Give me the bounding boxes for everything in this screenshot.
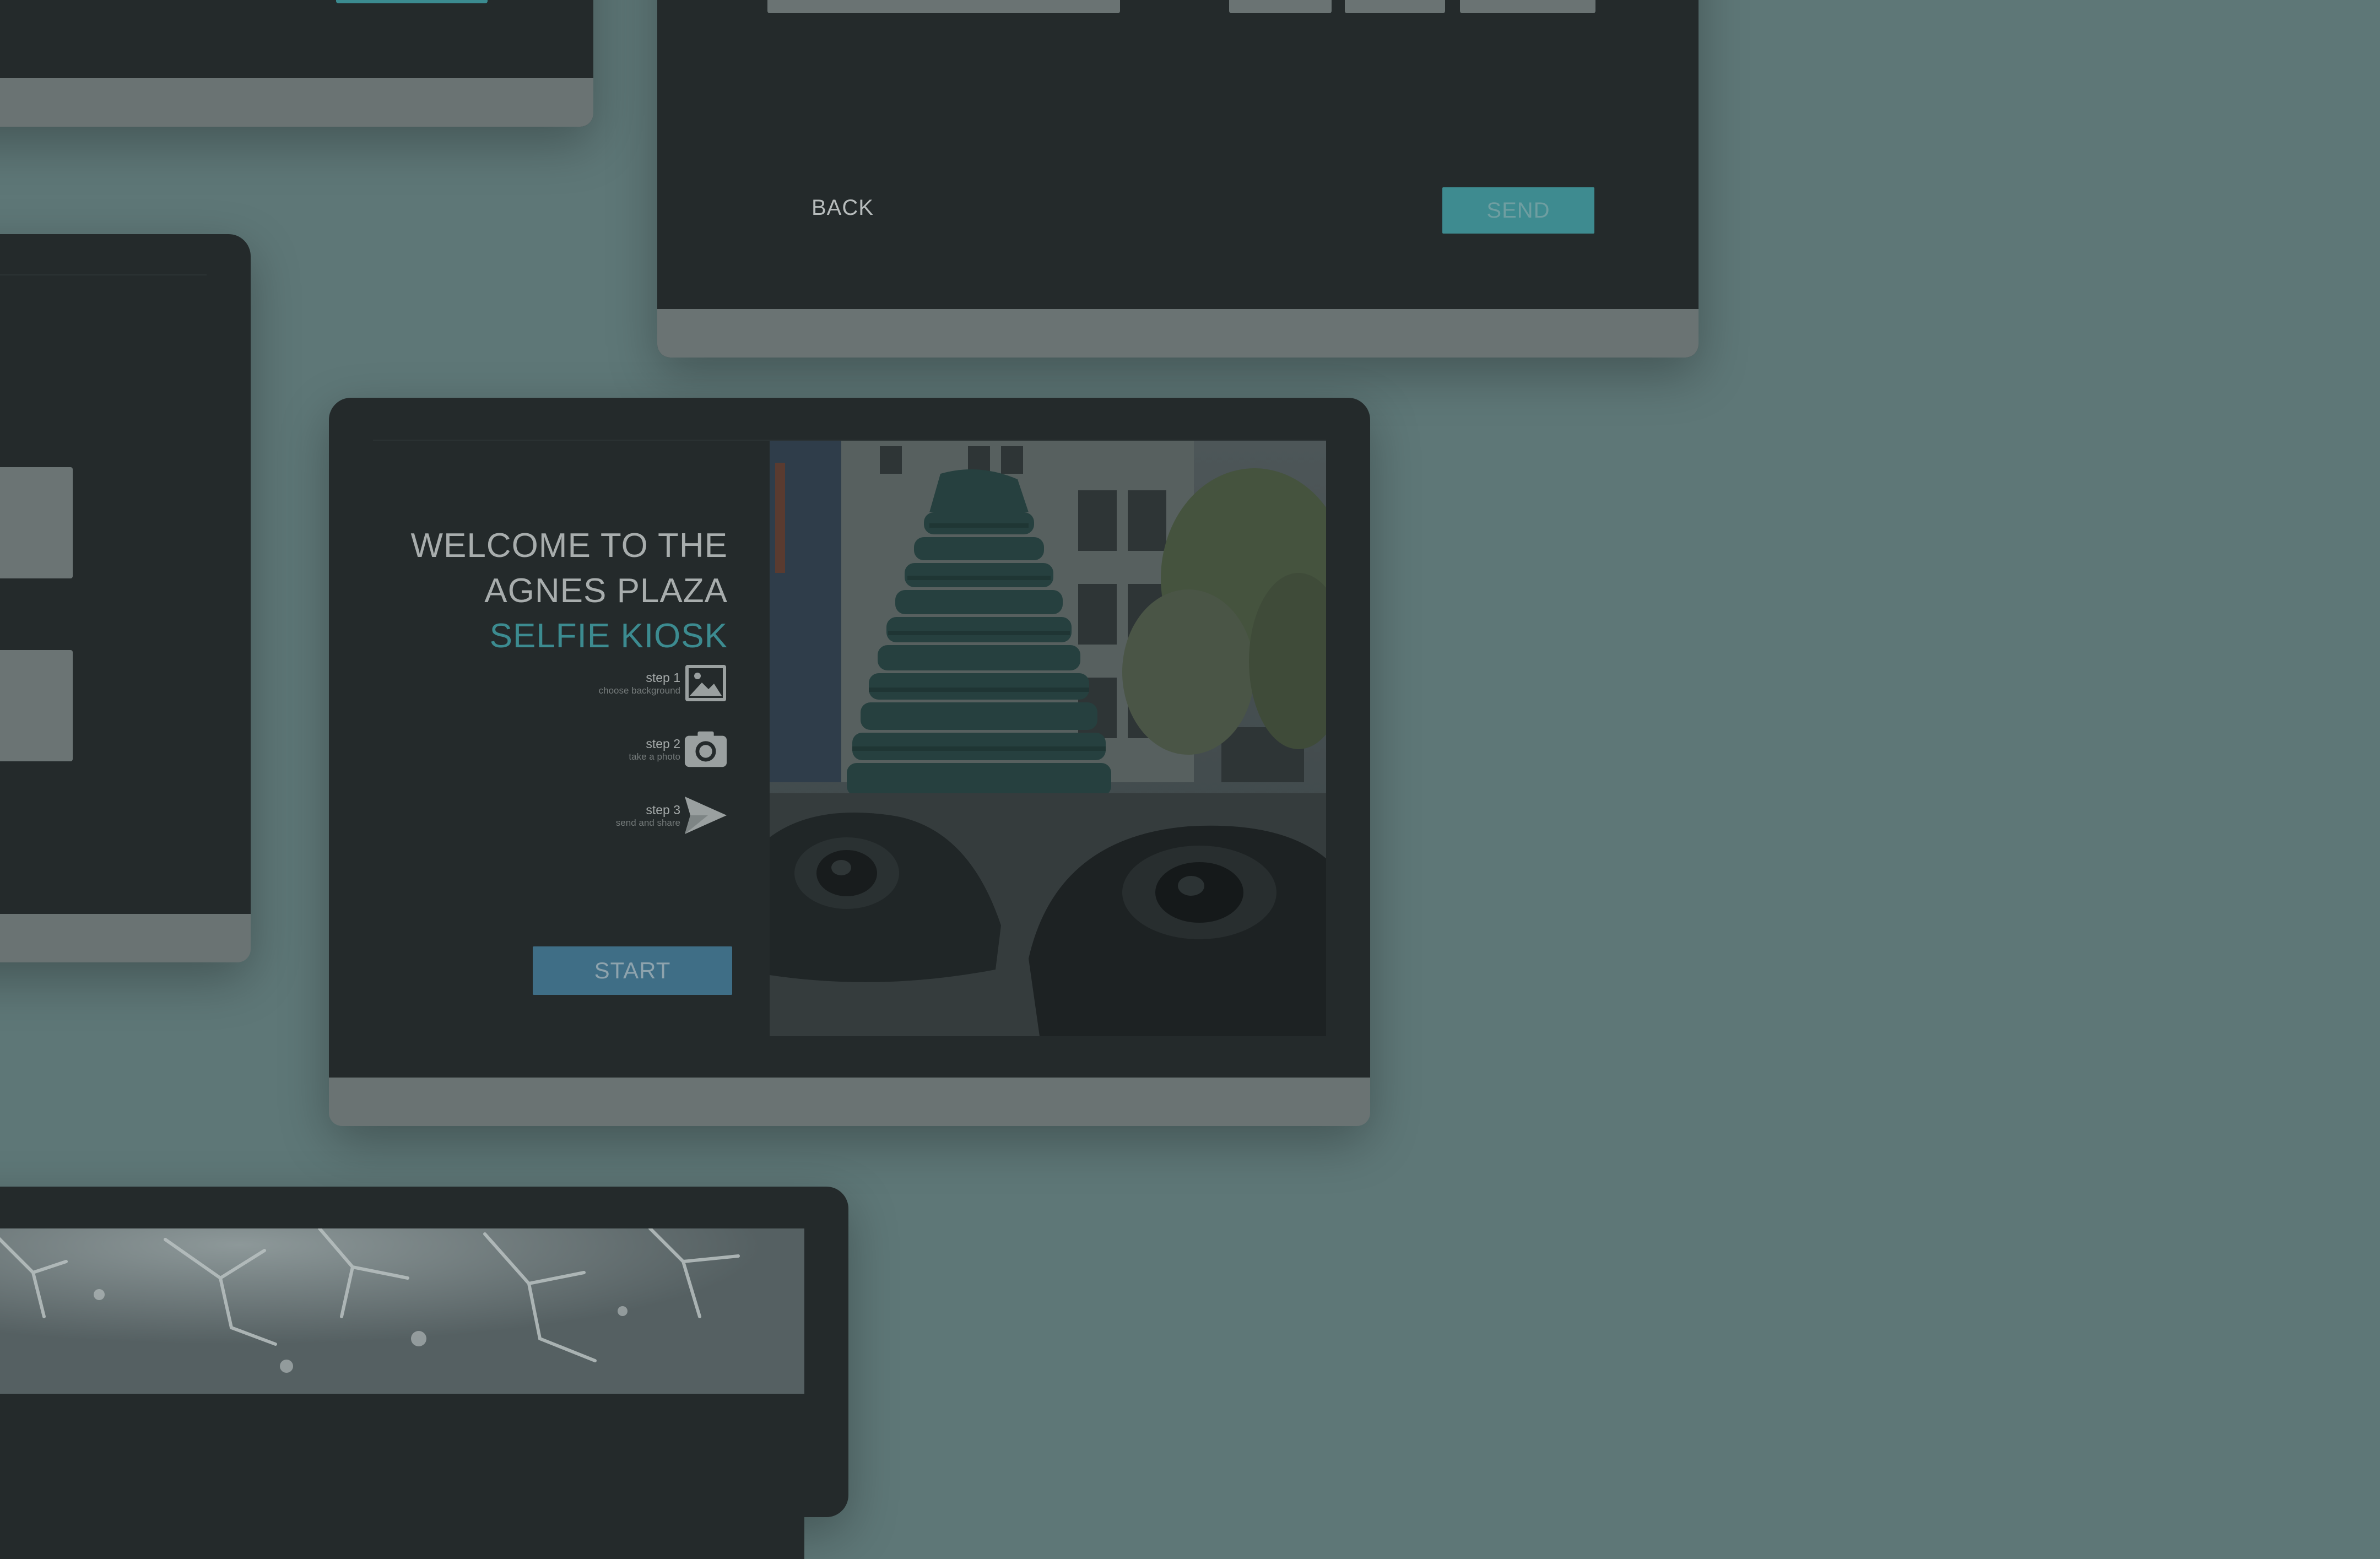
kiosk-device-welcome-screen: WELCOME TO THE AGNES PLAZA SELFIE KIOSK … (329, 398, 1370, 1126)
plaza-photo (770, 441, 1326, 1036)
step-2-label: step 2 (646, 736, 680, 751)
option-panel-1[interactable] (0, 467, 73, 578)
step-2: step 2 take a photo (629, 727, 728, 771)
step-3: step 3 send and share (616, 793, 728, 837)
partial-date-field[interactable] (1229, 0, 1332, 13)
kiosk-device-send-screen: BACK SEND (657, 0, 1699, 358)
kiosk-device-middle-left (0, 234, 251, 962)
welcome-screen: WELCOME TO THE AGNES PLAZA SELFIE KIOSK … (373, 440, 1326, 1036)
start-button[interactable]: START (533, 946, 732, 995)
device-chin (0, 914, 251, 962)
partial-time-field[interactable] (1345, 0, 1445, 13)
partial-teal-button[interactable] (336, 0, 488, 3)
partial-select-field[interactable] (1460, 0, 1595, 13)
step-3-label: step 3 (646, 802, 680, 817)
step-1-label: step 1 (646, 670, 680, 685)
send-button[interactable]: SEND (1442, 187, 1594, 234)
device-chin (329, 1078, 1370, 1126)
step-1: step 1 choose background (599, 661, 728, 705)
winter-photo-screen (0, 1228, 804, 1559)
kiosk-device-top-left (0, 0, 593, 127)
device-chin (0, 78, 593, 127)
kiosk-device-bottom-left (0, 1187, 848, 1559)
camera-icon (684, 727, 728, 771)
title-line-2: AGNES PLAZA (484, 572, 728, 610)
send-icon (684, 793, 728, 837)
winter-photo (0, 1228, 804, 1394)
step-1-sub: choose background (598, 685, 680, 696)
step-2-sub: take a photo (629, 751, 680, 762)
image-icon (684, 661, 728, 705)
welcome-title: WELCOME TO THE AGNES PLAZA SELFIE KIOSK (410, 523, 728, 659)
step-3-sub: send and share (615, 817, 680, 828)
back-button[interactable]: BACK (812, 196, 874, 220)
screen-top-edge (0, 274, 207, 275)
option-panel-2[interactable] (0, 650, 73, 761)
title-line-1: WELCOME TO THE (410, 527, 728, 565)
title-line-3: SELFIE KIOSK (489, 617, 728, 655)
partial-input-field[interactable] (767, 0, 1120, 13)
device-chin (657, 309, 1699, 358)
